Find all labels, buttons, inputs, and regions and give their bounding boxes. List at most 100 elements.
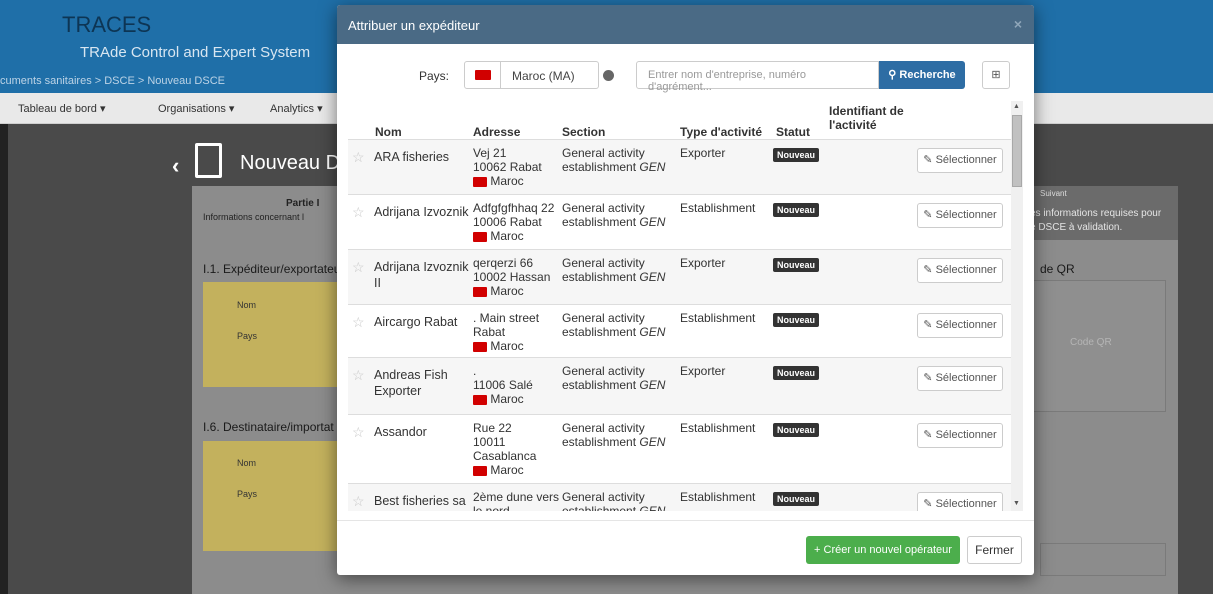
select-button[interactable]: ✎ Sélectionner: [917, 492, 1003, 511]
morocco-flag-icon: [473, 394, 487, 405]
expediteur-box[interactable]: [203, 282, 343, 387]
operator-address: 2ème dune vers: [473, 490, 560, 504]
table-header: Nom Adresse Section Type d'activité Stat…: [348, 101, 1011, 139]
country-select[interactable]: Maroc (MA) ▼: [464, 61, 722, 89]
table-scrollbar[interactable]: ▲ ▼: [1011, 101, 1023, 511]
operator-address: 10002 Hassan: [473, 270, 551, 284]
operator-address: 11006 Salé: [473, 378, 533, 392]
globe-icon[interactable]: [603, 70, 614, 81]
nom-label: Nom: [237, 300, 257, 310]
activity-type: Establishment: [680, 421, 756, 435]
country-name: Maroc: [490, 463, 524, 477]
morocco-flag-icon: [473, 341, 487, 352]
star-icon[interactable]: ☆: [352, 368, 365, 382]
back-chevron-icon[interactable]: ‹: [172, 153, 179, 179]
star-icon[interactable]: ☆: [352, 315, 365, 329]
morocco-flag-icon: [473, 465, 487, 476]
col-identifiant-2: l'activité: [829, 118, 877, 132]
close-icon[interactable]: ×: [1014, 16, 1022, 32]
select-button[interactable]: ✎ Sélectionner: [917, 313, 1003, 338]
select-button[interactable]: ✎ Sélectionner: [917, 203, 1003, 228]
operator-name: Best fisheries sa: [374, 494, 466, 508]
nav-analytics[interactable]: Analytics ▾: [270, 102, 323, 115]
section-line-2: establishment GEN: [562, 215, 665, 229]
app-title: TRACES: [62, 12, 152, 37]
qr-text: Code QR: [1070, 337, 1112, 348]
page-title: Nouveau D: [240, 152, 341, 174]
section-text: establishment: [562, 378, 640, 392]
select-label: Sélectionner: [935, 319, 997, 331]
section-line-1: General activity: [562, 421, 645, 435]
status-badge: Nouveau: [773, 203, 820, 217]
columns-toggle-button[interactable]: ⊞: [982, 61, 1010, 89]
select-button[interactable]: ✎ Sélectionner: [917, 258, 1003, 283]
next-step-text-1: es informations requises pour: [1030, 208, 1162, 219]
scroll-up-icon[interactable]: ▲: [1013, 103, 1020, 110]
scroll-down-icon[interactable]: ▼: [1013, 500, 1020, 507]
col-adresse[interactable]: Adresse: [473, 125, 520, 139]
operator-country: Maroc: [473, 392, 524, 406]
partie-label[interactable]: Partie I: [286, 198, 319, 209]
table-row[interactable]: ☆ Andreas Fish Exporter. 11006 Salé Maroc Ge…: [348, 357, 1011, 414]
section-line-1: General activity: [562, 490, 645, 504]
operator-name: Assandor: [374, 425, 427, 439]
nom-label-2: Nom: [237, 458, 257, 468]
section-line-1: General activity: [562, 201, 645, 215]
app-subtitle: TRAde Control and Expert System: [80, 44, 311, 61]
operator-address: Rabat: [473, 325, 506, 339]
operator-address: Casablanca: [473, 449, 537, 463]
select-button[interactable]: ✎ Sélectionner: [917, 366, 1003, 391]
nav-dashboard[interactable]: Tableau de bord ▾: [18, 102, 105, 115]
star-icon[interactable]: ☆: [352, 205, 365, 219]
search-button-label: Recherche: [899, 69, 956, 81]
select-divider: [500, 62, 501, 88]
table-row[interactable]: ☆ Aircargo Rabat . Main street Rabat Maroc G…: [348, 304, 1011, 357]
operator-address: le nord: [473, 504, 510, 511]
filter-bar: Pays: Maroc (MA) ▼ Entrer nom d'entrepri…: [337, 61, 1034, 93]
table-row[interactable]: ☆ Adrijana Izvoznik II qerqerzi 66 10002 Has…: [348, 249, 1011, 304]
select-button[interactable]: ✎ Sélectionner: [917, 148, 1003, 173]
modal-footer: + Créer un nouvel opérateur Fermer: [337, 520, 1034, 575]
country-name: Maroc: [490, 284, 524, 298]
section-line-1: General activity: [562, 364, 645, 378]
assign-sender-modal: Attribuer un expéditeur × Pays: Maroc (M…: [337, 5, 1034, 575]
col-nom[interactable]: Nom: [375, 125, 402, 139]
modal-title: Attribuer un expéditeur: [348, 18, 480, 33]
operator-address: 10011: [473, 435, 506, 449]
table-row[interactable]: ☆ ARA fisheries Vej 21 10062 Rabat Maroc Gen…: [348, 139, 1011, 194]
table-row[interactable]: ☆ Best fisheries sa 2ème dune vers le nord G…: [348, 483, 1011, 511]
document-icon: [195, 143, 222, 178]
create-operator-label: Créer un nouvel opérateur: [823, 544, 952, 556]
search-input[interactable]: Entrer nom d'entreprise, numéro d'agréme…: [636, 61, 879, 93]
section-code: GEN: [639, 325, 666, 339]
section-line-2: establishment GEN: [562, 504, 665, 511]
status-badge: Nouveau: [773, 313, 820, 327]
star-icon[interactable]: ☆: [352, 260, 365, 274]
destinataire-box[interactable]: [203, 441, 343, 551]
table-row[interactable]: ☆ Assandor Rue 22 10011 Casablanca Maroc Gene…: [348, 414, 1011, 483]
col-identifiant[interactable]: Identifiant de: [829, 104, 904, 118]
col-type[interactable]: Type d'activité: [680, 125, 762, 139]
table-row[interactable]: ☆ Adrijana Izvoznik Adfgfgfhhaq 22 10006 Ra…: [348, 194, 1011, 249]
activity-type: Exporter: [680, 146, 726, 160]
star-icon[interactable]: ☆: [352, 425, 365, 439]
star-icon[interactable]: ☆: [352, 494, 365, 508]
scroll-thumb[interactable]: [1012, 115, 1022, 187]
select-button[interactable]: ✎ Sélectionner: [917, 423, 1003, 448]
star-icon[interactable]: ☆: [352, 150, 365, 164]
search-button[interactable]: ⚲ Recherche: [879, 61, 965, 89]
nav-organisations[interactable]: Organisations ▾: [158, 102, 234, 115]
country-name: Maroc: [490, 339, 524, 353]
breadcrumb[interactable]: cuments sanitaires > DSCE > Nouveau DSCE: [0, 75, 225, 87]
operator-name: Andreas Fish: [374, 368, 448, 382]
country-name: Maroc: [490, 229, 524, 243]
col-section[interactable]: Section: [562, 125, 605, 139]
operator-name: Exporter: [374, 384, 422, 398]
bg-field[interactable]: [1040, 543, 1166, 576]
morocco-flag-icon: [473, 286, 487, 297]
close-button[interactable]: Fermer: [967, 536, 1022, 564]
operators-table: Nom Adresse Section Type d'activité Stat…: [348, 101, 1011, 511]
create-operator-button[interactable]: + Créer un nouvel opérateur: [806, 536, 960, 564]
activity-type: Establishment: [680, 201, 756, 215]
col-statut[interactable]: Statut: [776, 125, 810, 139]
